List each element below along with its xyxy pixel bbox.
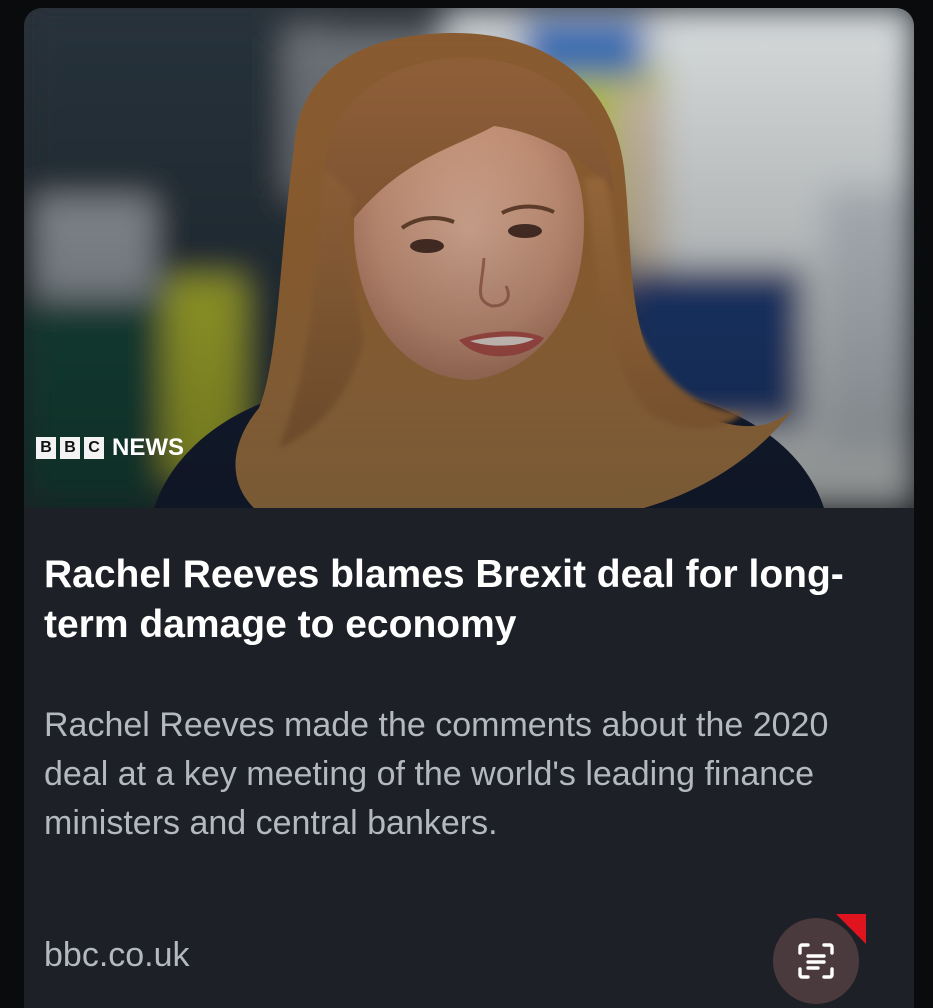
article-image: B B C NEWS <box>24 8 914 508</box>
bbc-logo-letter: C <box>84 437 104 459</box>
notification-corner-marker <box>836 914 866 944</box>
portrait-photo <box>24 8 914 508</box>
article-summary: Rachel Reeves made the comments about th… <box>44 706 829 842</box>
bbc-logo-letter: B <box>60 437 80 459</box>
news-card[interactable]: B B C NEWS Rachel Reeves blames Brexit d… <box>24 8 914 1008</box>
article-headline[interactable]: Rachel Reeves blames Brexit deal for lon… <box>44 550 884 650</box>
article-source-link[interactable]: bbc.co.uk <box>44 933 190 977</box>
bbc-logo-letter: B <box>36 437 56 459</box>
bbc-news-logo: B B C NEWS <box>36 436 184 460</box>
scan-text-icon <box>798 943 834 979</box>
bbc-logo-news: NEWS <box>112 434 184 461</box>
